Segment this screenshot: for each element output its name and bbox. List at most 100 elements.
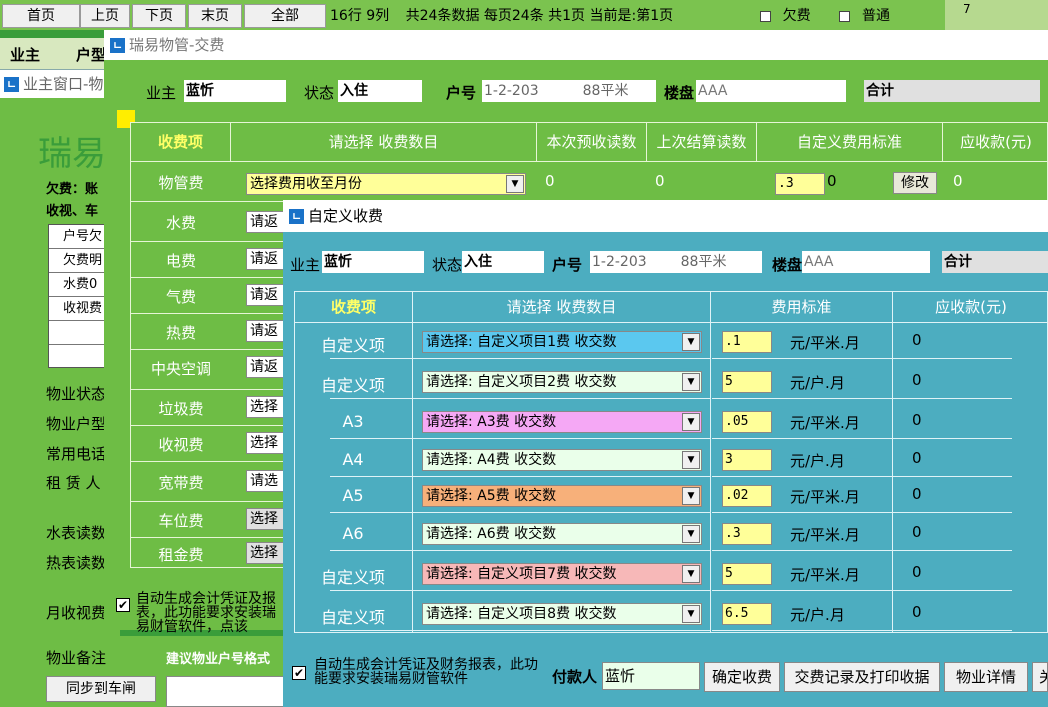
chevron-down-icon[interactable]: ▼ xyxy=(682,605,700,623)
fee-name: 水费 xyxy=(165,214,196,232)
building-field[interactable]: AAA xyxy=(696,80,846,102)
property-details-button[interactable]: 物业详情 xyxy=(944,662,1028,692)
fee-name: 租金费 xyxy=(158,546,204,564)
dlg-unit-text: 元/户.月 xyxy=(790,606,845,624)
next-page-button[interactable]: 下页 xyxy=(132,4,186,28)
remarks-field[interactable] xyxy=(166,676,286,707)
dlg-unit-text: 元/平米.月 xyxy=(790,334,860,352)
prev-page-button[interactable]: 上页 xyxy=(80,4,130,28)
chevron-down-icon[interactable]: ▼ xyxy=(682,333,700,351)
dlg-fee-select[interactable]: 请选择: 自定义项目2费 收交数 ▼ xyxy=(422,371,702,393)
dlg-status-field[interactable]: 入住 xyxy=(462,251,544,273)
dlg-fee-select[interactable]: 请选择: A3费 收交数 ▼ xyxy=(422,411,702,433)
dlg-standard-field[interactable]: 6.5 xyxy=(722,603,772,625)
checkbox-icon xyxy=(839,10,851,22)
dlg-due-amount: 0 xyxy=(912,371,922,389)
dlg-standard-field[interactable]: .02 xyxy=(722,485,772,507)
dlg-fee-name: A4 xyxy=(342,450,364,469)
select-value: 请选择: A3费 收交数 xyxy=(426,414,557,430)
tab-owner[interactable]: 业主 xyxy=(10,44,40,65)
tab-type[interactable]: 户型 xyxy=(76,44,106,65)
app-logo-icon: ㄴ xyxy=(4,77,19,92)
chevron-down-icon[interactable]: ▼ xyxy=(682,451,700,469)
header-custom-standard: 自定义费用标准 xyxy=(757,123,943,161)
close-button[interactable]: 关 xyxy=(1032,662,1048,692)
dlg-auto-voucher-checkbox[interactable]: ✔ xyxy=(292,666,306,680)
current-reading: 0 xyxy=(545,172,555,190)
chevron-down-icon[interactable]: ▼ xyxy=(506,175,524,193)
row-divider xyxy=(330,630,710,631)
sync-gate-button[interactable]: 同步到车闸 xyxy=(46,676,156,702)
chevron-down-icon[interactable]: ▼ xyxy=(682,565,700,583)
property-type-label: 物业户型 xyxy=(46,415,107,433)
dlg-auto-voucher-text: 自动生成会计凭证及财务报表，此功能要求安装瑞易财管软件 xyxy=(314,657,538,687)
dlg-fee-name: 自定义项 xyxy=(320,608,385,627)
dlg-fee-select[interactable]: 请选择: 自定义项目7费 收交数 ▼ xyxy=(422,563,702,585)
dlg-total-field: 合计 xyxy=(942,251,1048,273)
select-value: 请选择: A6费 收交数 xyxy=(426,526,557,542)
row-divider xyxy=(330,398,710,399)
status-label: 状态 xyxy=(304,84,335,102)
payment-window-title: ㄴ瑞易物管-交费 xyxy=(104,30,1048,60)
dlg-standard-field[interactable]: .3 xyxy=(722,523,772,545)
dlg-due-amount: 0 xyxy=(912,331,922,349)
last-page-button[interactable]: 末页 xyxy=(188,4,242,28)
unit-value: 1-2-203 xyxy=(484,83,539,99)
arrears-checkbox[interactable]: 欠费 xyxy=(759,8,823,24)
dlg-area-value: 88平米 xyxy=(680,254,727,270)
dlg-fee-select[interactable]: 请选择: A4费 收交数 ▼ xyxy=(422,449,702,471)
app-logo-icon: ㄴ xyxy=(289,209,304,224)
header-select-count: 请选择 收费数目 xyxy=(231,123,537,161)
chevron-down-icon[interactable]: ▼ xyxy=(682,525,700,543)
status-field[interactable]: 入住 xyxy=(338,80,422,102)
dlg-unit-field[interactable]: 1-2-203 88平米 xyxy=(590,251,762,273)
select-value: 选择费用收至月份 xyxy=(250,176,362,192)
first-page-button[interactable]: 首页 xyxy=(2,4,80,28)
standard-field[interactable]: .3 xyxy=(775,173,825,195)
dlg-due-amount: 0 xyxy=(912,485,922,503)
auto-voucher-checkbox[interactable]: ✔ xyxy=(116,598,130,612)
dlg-unit-text: 元/户.月 xyxy=(790,374,845,392)
confirm-payment-button[interactable]: 确定收费 xyxy=(704,662,780,692)
dlg-fee-select[interactable]: 请选择: A5费 收交数 ▼ xyxy=(422,485,702,507)
dlg-standard-field[interactable]: 3 xyxy=(722,449,772,471)
column-divider xyxy=(710,321,711,633)
row-divider xyxy=(712,630,1012,631)
remarks-label: 物业备注 xyxy=(46,649,107,667)
fee-name: 热费 xyxy=(165,324,196,342)
dlg-standard-field[interactable]: 5 xyxy=(722,371,772,393)
chevron-down-icon[interactable]: ▼ xyxy=(682,487,700,505)
edit-button[interactable]: 修改 xyxy=(893,172,937,194)
arrears-text-2: 收视、车 xyxy=(46,204,99,219)
dlg-fee-name: A5 xyxy=(342,486,364,505)
standard-suffix: 0 xyxy=(827,172,837,190)
pager-info: 16行 9列 共24条数据 每页24条 共1页 当前是:第1页 欠费 普通 xyxy=(330,5,914,25)
normal-checkbox[interactable]: 普通 xyxy=(839,8,902,24)
dlg-standard-field[interactable]: .1 xyxy=(722,331,772,353)
dlg-building-field[interactable]: AAA xyxy=(802,251,930,273)
chevron-down-icon[interactable]: ▼ xyxy=(682,373,700,391)
dlg-due-amount: 0 xyxy=(912,411,922,429)
dlg-building-label: 楼盘 xyxy=(772,256,803,274)
all-button[interactable]: 全部 xyxy=(244,4,326,28)
dlg-fee-select[interactable]: 请选择: 自定义项目1费 收交数 ▼ xyxy=(422,331,702,353)
fee-month-select[interactable]: 选择费用收至月份 ▼ xyxy=(246,173,526,195)
dlg-due-amount: 0 xyxy=(912,563,922,581)
dlg-due-amount: 0 xyxy=(912,523,922,541)
unit-field[interactable]: 1-2-203 88平米 xyxy=(482,80,656,102)
payer-field[interactable]: 蓝忻 xyxy=(602,662,700,690)
dlg-fee-select[interactable]: 请选择: A6费 收交数 ▼ xyxy=(422,523,702,545)
header-fee-item: 收费项 xyxy=(131,123,231,161)
dlg-owner-field[interactable]: 蓝忻 xyxy=(322,251,424,273)
dlg-fee-select[interactable]: 请选择: 自定义项目8费 收交数 ▼ xyxy=(422,603,702,625)
dlg-owner-label: 业主 xyxy=(290,256,321,274)
chevron-down-icon[interactable]: ▼ xyxy=(682,413,700,431)
payment-records-button[interactable]: 交费记录及打印收据 xyxy=(784,662,940,692)
dlg-unit-text: 元/平米.月 xyxy=(790,488,860,506)
select-value: 请选择: 自定义项目7费 收交数 xyxy=(426,566,617,582)
dlg-standard-field[interactable]: .05 xyxy=(722,411,772,433)
dlg-standard-field[interactable]: 5 xyxy=(722,563,772,585)
row-divider xyxy=(330,358,710,359)
owner-field[interactable]: 蓝忻 xyxy=(184,80,286,102)
custom-fee-dialog-title: ㄴ自定义收费 xyxy=(283,200,1048,232)
